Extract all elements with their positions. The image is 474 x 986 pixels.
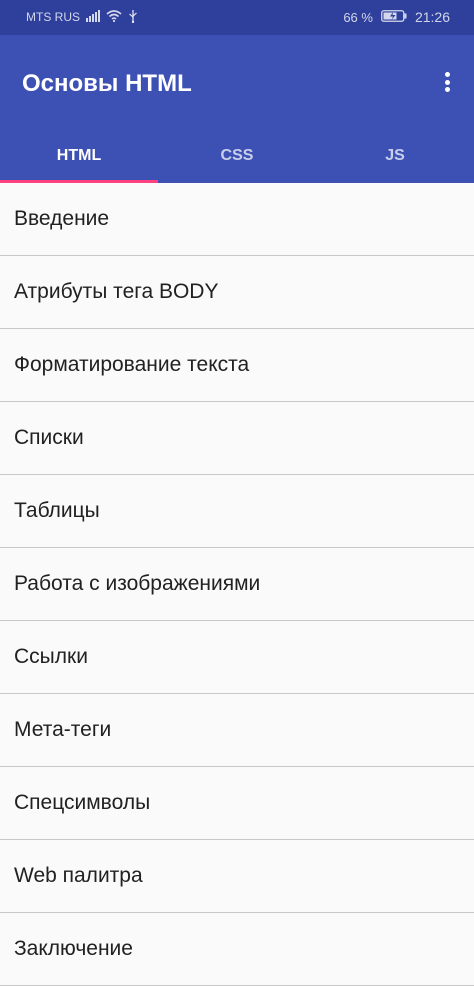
list-item[interactable]: Введение: [0, 183, 474, 256]
list-item[interactable]: Заключение: [0, 913, 474, 986]
battery-percent: 66 %: [343, 9, 373, 25]
tab-css[interactable]: CSS: [158, 128, 316, 183]
list-item[interactable]: Ссылки: [0, 621, 474, 694]
status-right: 66 % 21:26: [343, 9, 450, 25]
more-vert-icon[interactable]: [438, 69, 456, 95]
list-item[interactable]: Списки: [0, 402, 474, 475]
lesson-list: Введение Атрибуты тега BODY Форматирован…: [0, 183, 474, 986]
status-bar: MTS RUS 66 % 21:26: [0, 0, 474, 35]
wifi-icon: [106, 9, 122, 25]
list-item[interactable]: Мета-теги: [0, 694, 474, 767]
page-title: Основы HTML: [22, 70, 192, 97]
list-item[interactable]: Работа с изображениями: [0, 548, 474, 621]
tab-js[interactable]: JS: [316, 128, 474, 183]
carrier-name: MTS RUS: [26, 10, 80, 24]
list-item[interactable]: Атрибуты тега BODY: [0, 256, 474, 329]
status-icons: [86, 9, 138, 25]
list-item[interactable]: Web палитра: [0, 840, 474, 913]
list-item[interactable]: Спецсимволы: [0, 767, 474, 840]
signal-icon: [86, 9, 100, 25]
clock: 21:26: [414, 9, 450, 25]
tab-html[interactable]: HTML: [0, 128, 158, 183]
battery-icon: [381, 9, 407, 25]
list-item[interactable]: Форматирование текста: [0, 329, 474, 402]
list-item[interactable]: Таблицы: [0, 475, 474, 548]
usb-icon: [128, 9, 138, 26]
app-bar: Основы HTML HTML CSS JS: [0, 35, 474, 183]
tab-bar: HTML CSS JS: [0, 128, 474, 183]
